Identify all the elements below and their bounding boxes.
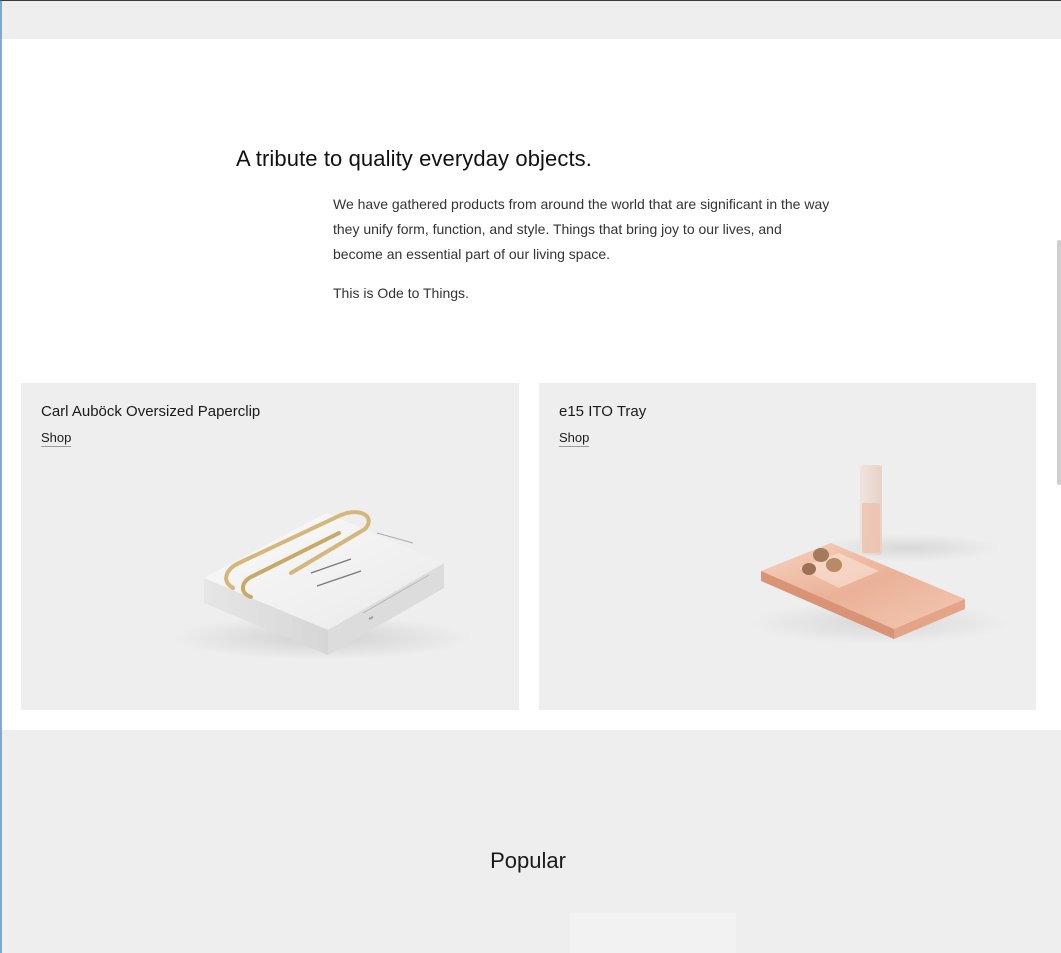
featured-card-title: e15 ITO Tray (559, 403, 647, 420)
featured-card-title: Carl Auböck Oversized Paperclip (41, 403, 261, 420)
popular-heading: Popular (490, 848, 566, 873)
intro-body: We have gathered products from around th… (333, 196, 830, 262)
paperclip-on-book-image (171, 510, 471, 660)
shop-link[interactable]: Shop (41, 430, 72, 447)
scrollbar-thumb[interactable] (1057, 240, 1061, 485)
intro-closing: This is Ode to Things. (333, 285, 469, 301)
popular-product-card[interactable] (570, 913, 736, 953)
copper-tray-image (749, 465, 1009, 645)
window-left-edge (0, 0, 2, 953)
intro-title: A tribute to quality everyday objects. (236, 146, 592, 171)
featured-card-tray[interactable]: e15 ITO Tray Shop (539, 383, 1036, 710)
top-strip (0, 0, 1061, 39)
page: A tribute to quality everyday objects. W… (0, 0, 1061, 953)
featured-card-paperclip[interactable]: Carl Auböck Oversized Paperclip Shop (21, 383, 519, 710)
shop-link[interactable]: Shop (559, 430, 590, 447)
